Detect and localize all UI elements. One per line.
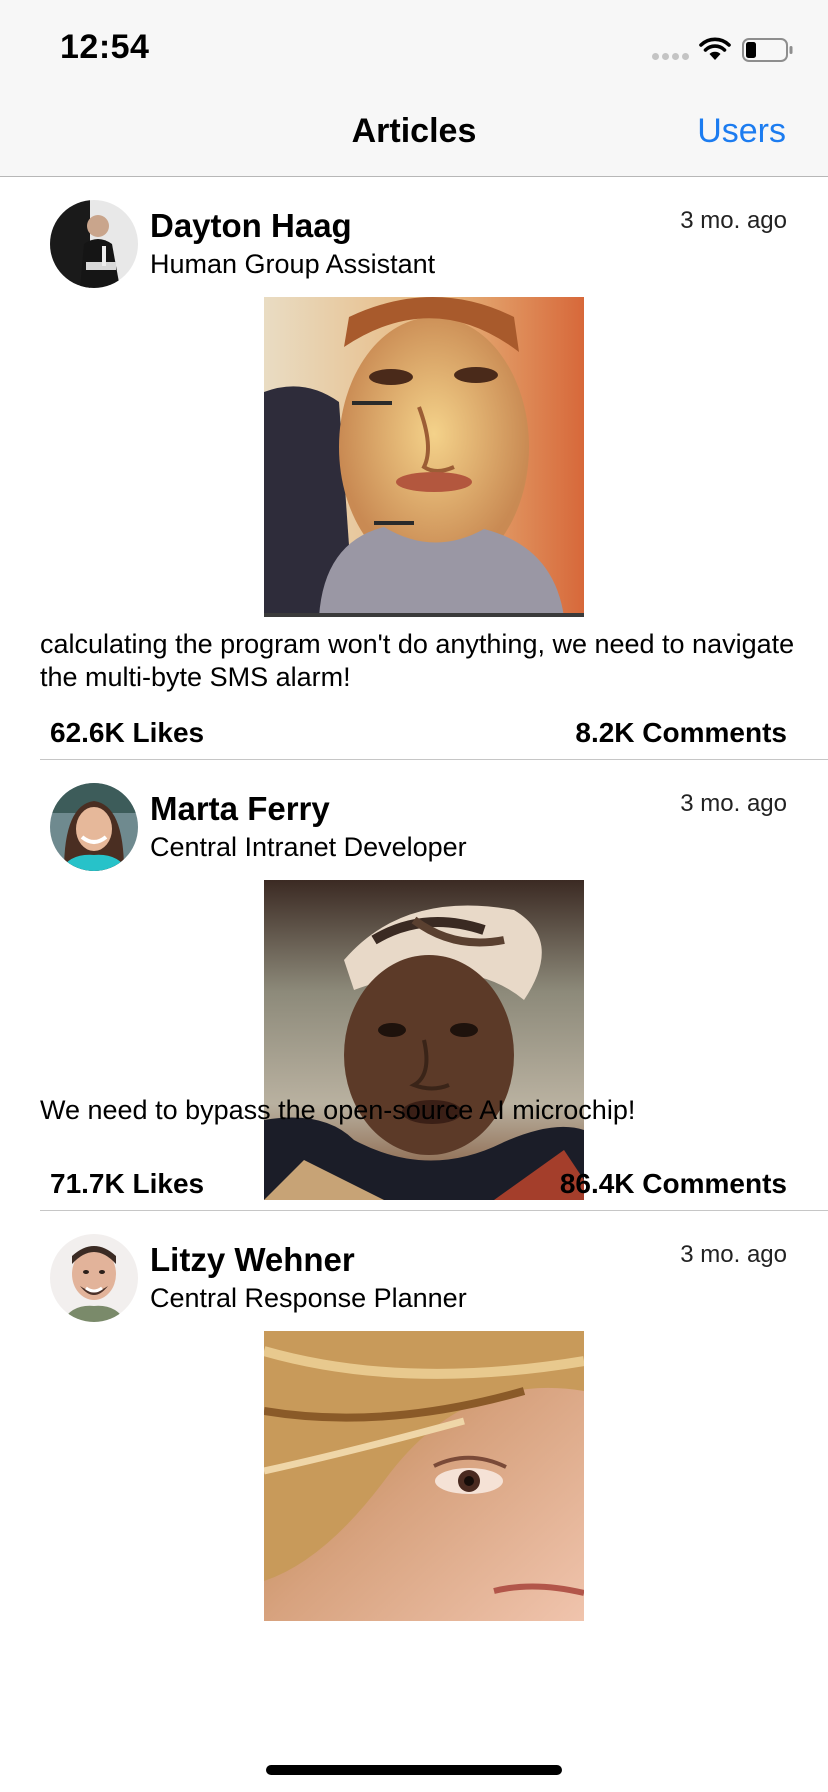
article-text: calculating the program won't do anythin… [40,629,795,692]
battery-icon [742,38,793,62]
home-indicator[interactable] [266,1765,562,1775]
navigation-bar: Articles Users [0,88,828,177]
author-role: Central Response Planner [150,1283,467,1313]
author-name[interactable]: Dayton Haag [150,207,352,245]
comments-count[interactable]: 86.4K Comments [560,1168,787,1200]
author-name[interactable]: Litzy Wehner [150,1241,355,1279]
comments-count[interactable]: 8.2K Comments [575,717,787,749]
likes-count[interactable]: 62.6K Likes [50,717,204,749]
article-image[interactable] [264,1331,584,1621]
signal-dots-icon [652,53,689,60]
avatar[interactable] [50,1234,138,1322]
author-role: Central Intranet Developer [150,832,467,862]
author-role: Human Group Assistant [150,249,436,279]
article-image[interactable] [264,297,584,617]
articles-screen: 12:54 Articles Users Dayton Haag Human G… [0,0,828,1792]
author-name[interactable]: Marta Ferry [150,790,330,828]
users-button[interactable]: Users [697,112,786,151]
avatar[interactable] [50,783,138,871]
post-timestamp: 3 mo. ago [680,1241,787,1268]
article-image[interactable] [264,880,584,1200]
post-timestamp: 3 mo. ago [680,207,787,234]
article-card[interactable]: Litzy Wehner Central Response Planner 3 … [0,1211,828,1792]
article-text: We need to bypass the open-source AI mic… [40,1095,636,1125]
status-bar: 12:54 [0,0,828,88]
likes-count[interactable]: 71.7K Likes [50,1168,204,1200]
status-time: 12:54 [60,28,150,66]
avatar[interactable] [50,200,138,288]
wifi-icon [699,37,731,60]
post-timestamp: 3 mo. ago [680,790,787,817]
article-card[interactable]: Dayton Haag Human Group Assistant 3 mo. … [0,177,828,760]
